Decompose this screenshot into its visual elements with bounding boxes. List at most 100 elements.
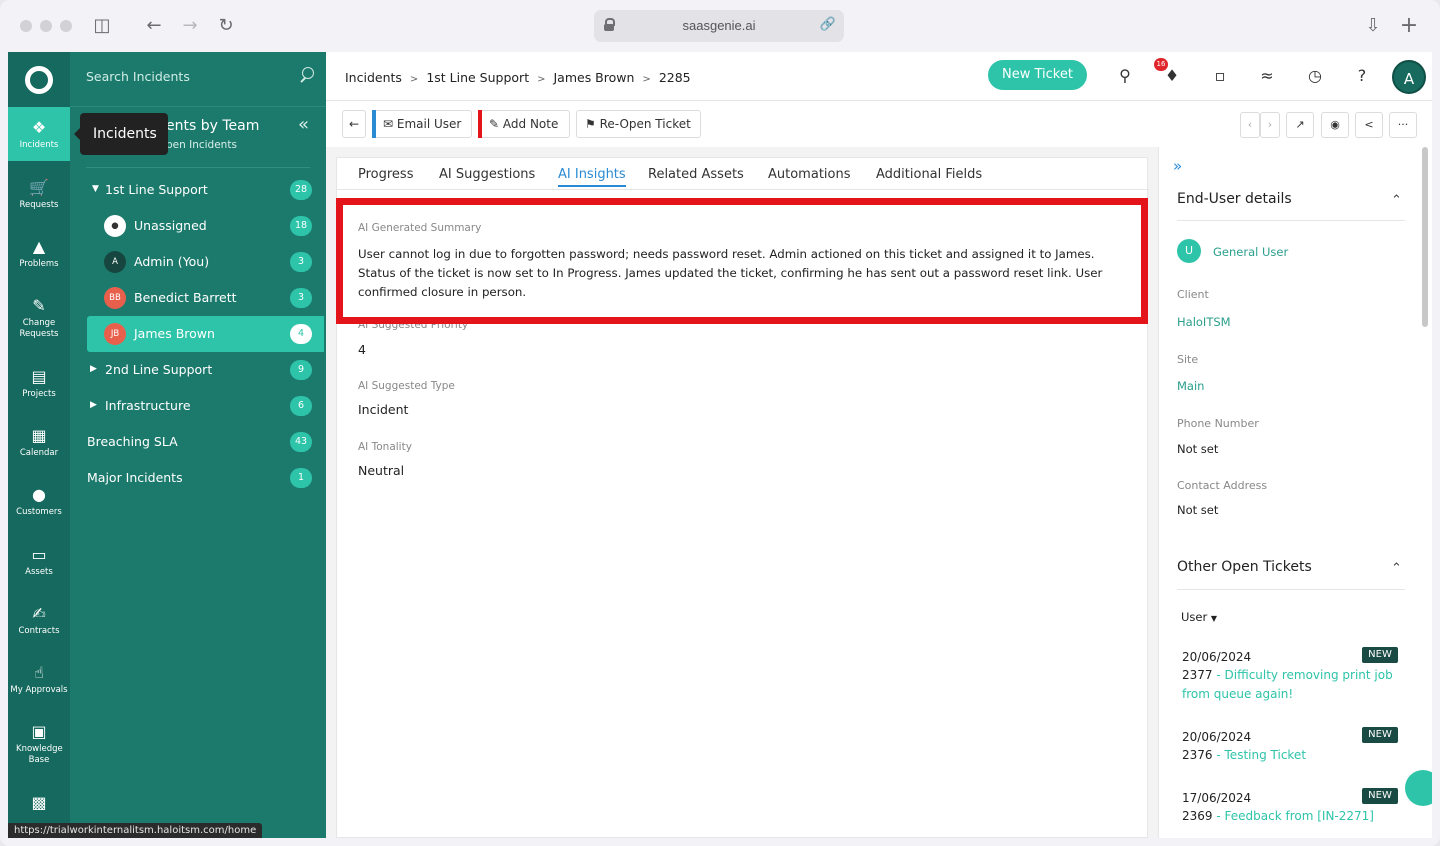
new-tab-icon[interactable]: +	[1398, 15, 1420, 37]
note-icon: ✎	[489, 117, 500, 131]
add-note-button[interactable]: ✎ Add Note	[478, 110, 570, 138]
status-url: https://trialworkinternalitsm.haloitsm.c…	[8, 823, 263, 838]
search-incidents-input[interactable]: Search Incidents	[86, 69, 190, 84]
count-badge: 43	[290, 432, 312, 452]
clock-icon[interactable]: ◷	[1305, 66, 1325, 86]
open-ticket-item[interactable]: 20/06/2024 2376 - Testing Ticket	[1182, 730, 1400, 765]
download-icon[interactable]: ⇩	[1362, 15, 1384, 37]
client-label: Client	[1177, 288, 1209, 301]
expand-pane-icon[interactable]: »	[1173, 157, 1182, 175]
ticket-date: 17/06/2024	[1182, 791, 1252, 805]
open-ticket-item[interactable]: 17/06/2024 2369 - Feedback from [IN-2271…	[1182, 791, 1400, 826]
share-button[interactable]: <	[1355, 112, 1383, 138]
search-icon[interactable]	[299, 67, 315, 83]
ticket-filter-dropdown[interactable]: User ▼	[1181, 610, 1217, 624]
user-name-link[interactable]: General User	[1213, 245, 1288, 259]
reopen-ticket-button[interactable]: ⚑ Re-Open Ticket	[576, 110, 701, 138]
notification-badge: 16	[1154, 58, 1168, 71]
team-item-james-brown[interactable]: JB James Brown 4	[87, 316, 324, 352]
team-item-major-incidents[interactable]: Major Incidents 1	[86, 460, 326, 496]
breadcrumb-incidents[interactable]: Incidents	[345, 70, 402, 85]
rail-projects[interactable]: ▤ Projects	[8, 368, 70, 400]
share-link-icon[interactable]: 🔗	[820, 17, 836, 32]
team-item-1st-line-support[interactable]: ▼ 1st Line Support 28	[86, 172, 326, 208]
ai-tonality-field: AI Tonality Neutral	[358, 441, 412, 478]
reload-icon[interactable]: ↻	[215, 15, 237, 37]
ai-tonality-label: AI Tonality	[358, 441, 412, 453]
count-badge: 1	[290, 468, 312, 488]
rail-problems[interactable]: ▲ Problems	[8, 238, 70, 270]
ticket-title-link[interactable]: Feedback from [IN-2271]	[1225, 809, 1374, 823]
team-item-2nd-line-support[interactable]: ▶ 2nd Line Support 9	[86, 352, 326, 388]
ticket-tabs: Progress AI Suggestions AI Insights Rela…	[337, 158, 1149, 190]
tab-ai-insights[interactable]: AI Insights	[558, 167, 626, 187]
tab-automations[interactable]: Automations	[768, 167, 851, 182]
ai-type-field: AI Suggested Type Incident	[358, 380, 455, 417]
team-item-unassigned[interactable]: ● Unassigned 18	[86, 208, 326, 244]
team-item-admin[interactable]: A Admin (You) 3	[86, 244, 326, 280]
more-options-button[interactable]: ···	[1389, 112, 1417, 138]
incidents-icon: ❖	[31, 118, 47, 137]
tab-progress[interactable]: Progress	[358, 167, 413, 182]
rail-requests[interactable]: 🛒 Requests	[8, 179, 70, 211]
rail-customers[interactable]: ● Customers	[8, 486, 70, 518]
minimize-window-button[interactable]	[40, 20, 52, 32]
help-icon[interactable]: ?	[1352, 66, 1372, 86]
button-accent	[372, 110, 376, 138]
chevron-up-icon[interactable]: ⌃	[1391, 561, 1402, 576]
rail-knowledge-base[interactable]: ▣ Knowledge Base	[8, 723, 70, 766]
bookmark-icon: ⚑	[585, 117, 596, 131]
collapse-sidebar-icon[interactable]: «	[298, 114, 309, 135]
team-item-benedict-barrett[interactable]: BB Benedict Barrett 3	[86, 280, 326, 316]
back-icon[interactable]: ←	[143, 15, 165, 37]
tab-related-assets[interactable]: Related Assets	[648, 167, 744, 182]
open-external-button[interactable]: ↗	[1286, 112, 1314, 138]
rail-incidents[interactable]: ❖ Incidents	[8, 107, 70, 161]
caret-right-icon: ▶	[90, 400, 97, 410]
tab-ai-suggestions[interactable]: AI Suggestions	[439, 167, 535, 182]
details-pane: » End-User details ⌃ U General User Clie…	[1158, 147, 1432, 838]
search-icon[interactable]: ⚲	[1115, 66, 1135, 86]
team-item-infrastructure[interactable]: ▶ Infrastructure 6	[86, 388, 326, 424]
back-button[interactable]: ←	[342, 110, 366, 138]
rail-more[interactable]: ▩	[8, 794, 70, 815]
details-scrollbar[interactable]	[1422, 147, 1428, 327]
ai-priority-label: AI Suggested Priority	[358, 324, 469, 331]
open-ticket-item[interactable]: 20/06/2024 2377 - Difficulty removing pr…	[1182, 650, 1400, 704]
rail-my-approvals[interactable]: ☝ My Approvals	[8, 664, 70, 696]
breadcrumb-team[interactable]: 1st Line Support	[426, 70, 529, 85]
new-ticket-button[interactable]: New Ticket	[988, 60, 1087, 90]
email-user-button[interactable]: ✉ Email User	[372, 110, 472, 138]
forward-icon[interactable]: →	[179, 15, 201, 37]
next-ticket-button[interactable]: ›	[1260, 112, 1280, 138]
sidebar-toggle-icon[interactable]: ◫	[91, 15, 113, 37]
user-avatar[interactable]: A	[1392, 60, 1426, 94]
client-link[interactable]: HaloITSM	[1177, 315, 1231, 329]
rail-change-requests[interactable]: ✎ Change Requests	[8, 297, 70, 340]
halo-logo[interactable]	[25, 66, 53, 94]
clipboard-icon[interactable]: ▫	[1210, 66, 1230, 86]
rail-contracts[interactable]: ✍ Contracts	[8, 605, 70, 637]
avatar: A	[104, 251, 126, 273]
ai-summary-highlight: AI Generated Summary User cannot log in …	[336, 198, 1148, 324]
chevron-right-icon: >	[537, 74, 546, 85]
edit-icon: ✎	[32, 296, 46, 315]
ai-type-value: Incident	[358, 402, 409, 417]
incidents-tooltip: Incidents	[74, 113, 168, 155]
site-link[interactable]: Main	[1177, 379, 1204, 393]
breadcrumb-agent[interactable]: James Brown	[553, 70, 634, 85]
ticket-date: 20/06/2024	[1182, 650, 1252, 664]
rss-icon[interactable]: ≈	[1257, 66, 1277, 86]
tab-additional-fields[interactable]: Additional Fields	[876, 167, 982, 182]
watch-button[interactable]: ◉	[1321, 112, 1349, 138]
rail-assets[interactable]: ▭ Assets	[8, 546, 70, 578]
ai-priority-field: 4	[358, 342, 366, 357]
rail-calendar[interactable]: ▦ Calendar	[8, 427, 70, 459]
ticket-title-link[interactable]: Testing Ticket	[1225, 748, 1307, 762]
zoom-window-button[interactable]	[60, 20, 72, 32]
previous-ticket-button[interactable]: ‹	[1240, 112, 1260, 138]
chevron-up-icon[interactable]: ⌃	[1391, 193, 1402, 208]
address-bar[interactable]: saasgenie.ai 🔗	[594, 10, 844, 42]
team-item-breaching-sla[interactable]: Breaching SLA 43	[86, 424, 326, 460]
close-window-button[interactable]	[20, 20, 32, 32]
